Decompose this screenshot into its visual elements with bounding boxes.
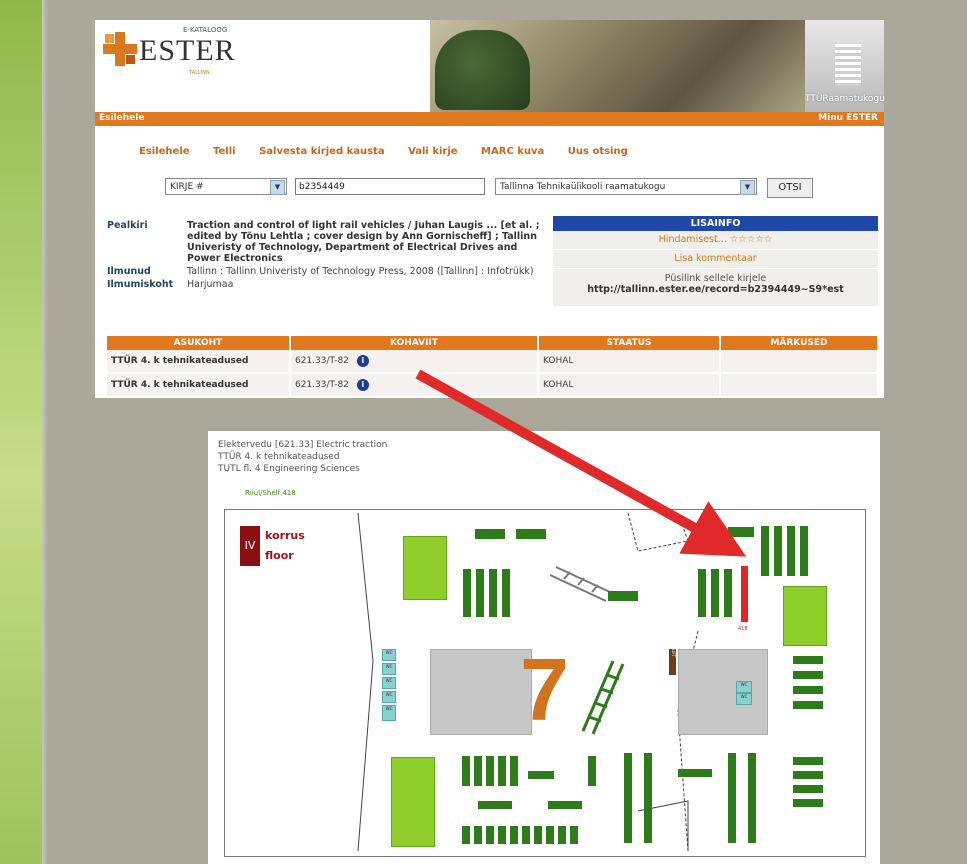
pointer-arrow	[415, 369, 747, 557]
arrow-icon	[415, 369, 747, 557]
